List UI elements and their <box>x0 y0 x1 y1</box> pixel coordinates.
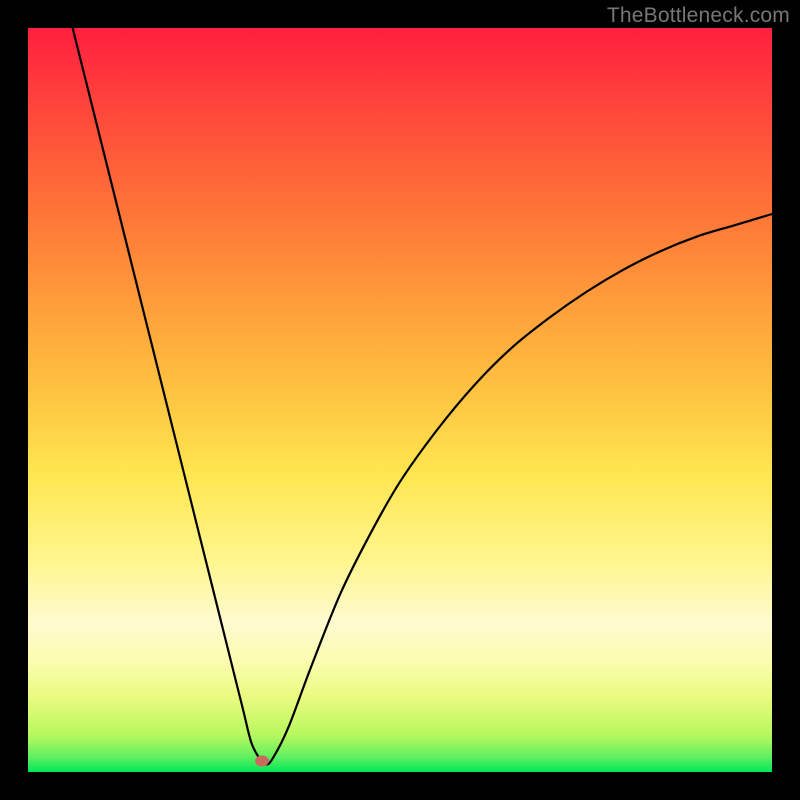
chart-frame: TheBottleneck.com <box>0 0 800 800</box>
plot-area <box>28 28 772 772</box>
curve-layer <box>28 28 772 772</box>
optimal-point-marker <box>255 755 269 766</box>
bottleneck-curve <box>73 28 772 765</box>
watermark-text: TheBottleneck.com <box>607 4 790 28</box>
